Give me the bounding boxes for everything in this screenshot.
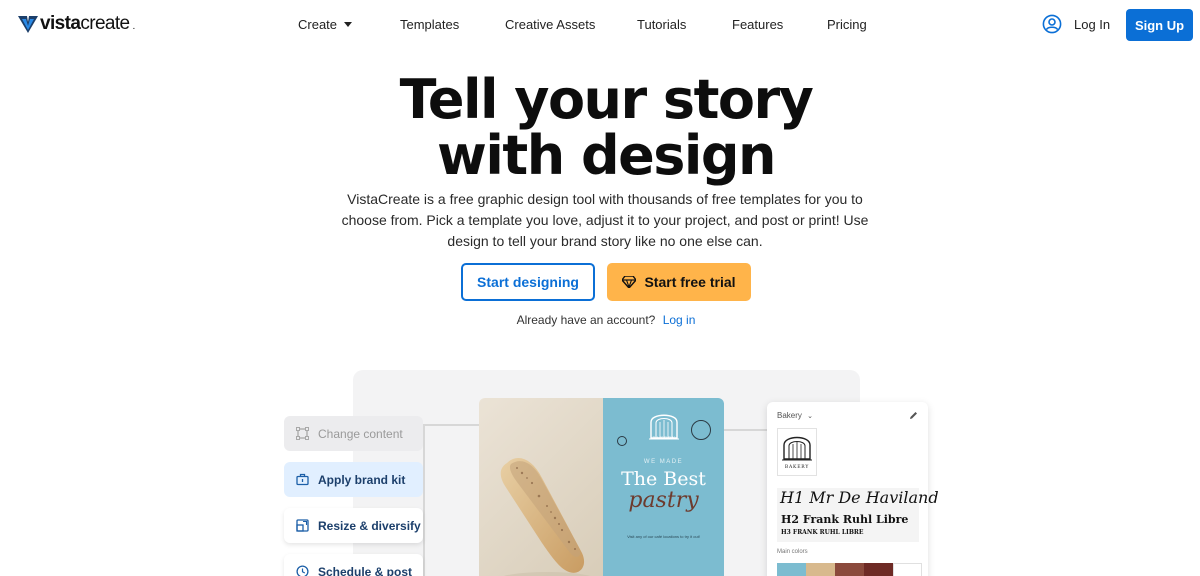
nav-links: Create Templates Creative Assets Tutoria… [0,17,1200,35]
briefcase-icon [296,473,309,486]
feature-label: Apply brand kit [318,472,406,487]
account-login-link[interactable]: Log in [663,313,696,327]
feature-apply-brand-kit[interactable]: Apply brand kit [284,462,423,497]
feature-schedule-post[interactable]: Schedule & post [284,554,423,576]
nav-templates[interactable]: Templates [400,17,459,32]
h1-font-sample: H1 Mr De Haviland [780,488,939,507]
start-free-trial-button[interactable]: Start free trial [607,263,751,301]
connector-line [423,424,425,576]
chevron-down-icon: ⌄ [807,413,814,420]
poster-small-text: Visit any of our café locations to try i… [627,534,700,539]
feature-label: Resize & diversify [318,518,421,533]
hero-subtitle: VistaCreate is a free graphic design too… [341,191,869,249]
feature-resize-diversify[interactable]: Resize & diversify [284,508,423,543]
user-icon [1042,14,1062,34]
poster-text-panel: BAKERY WE MADE The Best pastry Visit any… [603,398,724,576]
brand-kit-dropdown[interactable]: Bakery ⌄ [777,411,813,420]
pastry-photo [479,398,603,576]
login-link[interactable]: Log In [1042,14,1110,34]
chevron-down-icon [344,22,353,28]
pencil-icon[interactable] [909,411,918,420]
nav-features[interactable]: Features [732,17,783,32]
start-free-trial-label: Start free trial [644,274,736,290]
feature-label: Change content [318,426,403,441]
nav-create[interactable]: Create [298,17,353,32]
hero-title-line-2: with design [437,124,776,187]
feature-label: Schedule & post [318,564,413,576]
nav-tutorials[interactable]: Tutorials [637,17,686,32]
poster-the-best: The Best [621,468,706,490]
signup-button[interactable]: Sign Up [1126,9,1193,41]
brand-kit-panel: Bakery ⌄ BAKERY H1 Mr De Haviland H2 Fra… [767,402,939,576]
color-swatch[interactable] [777,563,806,576]
hero-title-line-1: Tell your story [399,68,814,131]
color-swatch[interactable] [835,563,864,576]
brand-kit-name: Bakery [777,411,802,420]
clock-icon [296,565,309,576]
color-swatch[interactable] [893,563,922,576]
connector-line [724,429,767,431]
decor-circle [691,420,711,440]
decor-circle [617,436,627,446]
account-prompt: Already have an account? Log in [0,313,1200,327]
poster-pastry-script: pastry [628,488,699,513]
start-designing-button[interactable]: Start designing [461,263,595,301]
poster-bakery-word: BAKERY [652,435,676,440]
resize-icon [296,519,309,532]
template-poster[interactable]: BAKERY WE MADE The Best pastry Visit any… [479,398,724,576]
main-colors-label: Main colors [777,549,808,555]
logo-bakery-word: BAKERY [785,464,809,470]
color-swatch[interactable] [864,563,893,576]
diamond-icon [622,276,637,288]
bakery-arch-icon: BAKERY [782,436,812,470]
brand-logo-thumbnail[interactable]: BAKERY [777,428,817,476]
hero-title: Tell your story with design [0,72,1200,184]
poster-we-made: WE MADE [643,459,684,465]
account-prompt-text: Already have an account? [516,313,656,327]
top-nav: vistacreate . Create Templates Creative … [0,0,1200,50]
frame-icon [296,427,309,440]
nav-pricing[interactable]: Pricing [827,17,867,32]
eclair-image [500,458,591,576]
login-label: Log In [1074,16,1111,32]
color-swatch[interactable] [806,563,835,576]
h3-font-sample: H3 FRANK RUHL LIBRE [781,529,864,536]
h2-font-sample: H2 Frank Ruhl Libre [781,513,909,526]
feature-change-content[interactable]: Change content [284,416,423,451]
nav-creative-assets[interactable]: Creative Assets [505,17,595,32]
connector-line [423,424,479,426]
